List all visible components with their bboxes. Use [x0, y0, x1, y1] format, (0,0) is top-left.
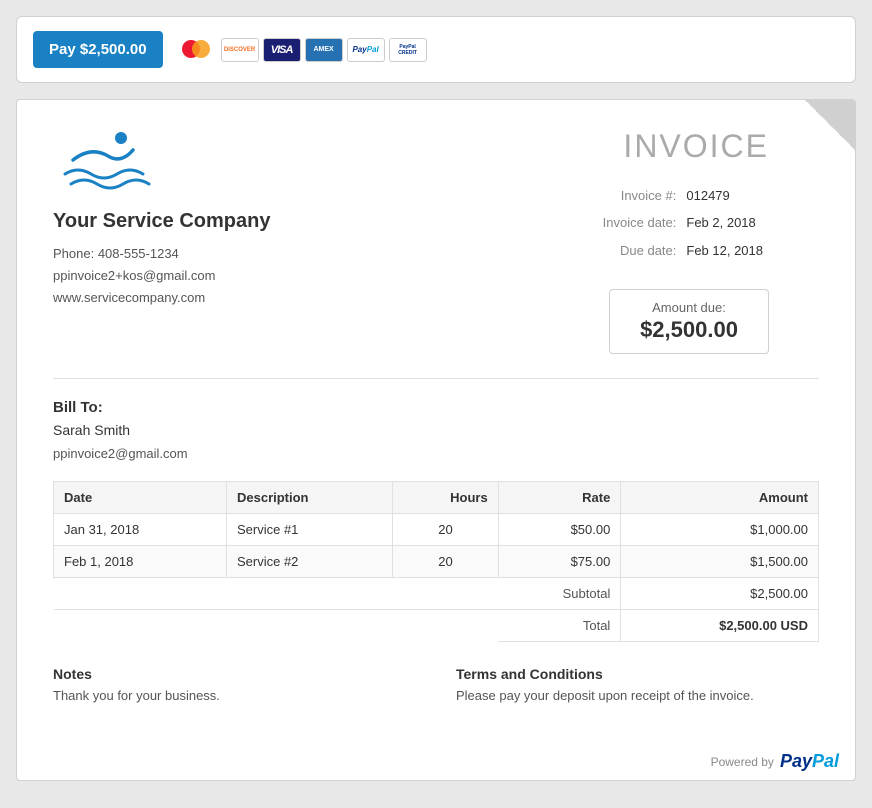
company-website: www.servicecompany.com — [53, 287, 411, 309]
row-1-rate: $75.00 — [498, 546, 621, 578]
invoice-header: Your Service Company Phone: 408-555-1234… — [53, 128, 819, 354]
notes-text: Thank you for your business. — [53, 688, 416, 703]
subtotal-value: $2,500.00 — [621, 578, 819, 610]
col-header-description: Description — [226, 482, 392, 514]
invoice-title: INVOICE — [411, 128, 769, 165]
table-row: Feb 1, 2018 Service #2 20 $75.00 $1,500.… — [54, 546, 819, 578]
top-bar: Pay $2,500.00 DISCOVER VISA AMEX PayPal … — [16, 16, 856, 83]
total-value: $2,500.00 USD — [621, 610, 819, 642]
company-name: Your Service Company — [53, 210, 411, 233]
discover-icon: DISCOVER — [221, 38, 259, 62]
col-header-date: Date — [54, 482, 227, 514]
total-label: Total — [498, 610, 621, 642]
invoice-meta-area: INVOICE Invoice #: 012479 Invoice date: … — [411, 128, 819, 354]
items-table: Date Description Hours Rate Amount Jan 3… — [53, 481, 819, 642]
amount-due-label: Amount due: — [626, 300, 752, 315]
paypal-pay-text: Pay — [780, 751, 812, 771]
company-logo — [53, 128, 411, 198]
company-info: Your Service Company Phone: 408-555-1234… — [53, 128, 411, 309]
notes-terms-section: Notes Thank you for your business. Terms… — [53, 666, 819, 703]
mastercard-icon — [179, 38, 217, 62]
pay-button[interactable]: Pay $2,500.00 — [33, 31, 163, 68]
amount-due-value: $2,500.00 — [626, 317, 752, 343]
row-0-description: Service #1 — [226, 514, 392, 546]
amex-icon: AMEX — [305, 38, 343, 62]
invoice-number-value: 012479 — [682, 183, 767, 208]
paypal-logo: PayPal — [780, 751, 839, 772]
row-0-hours: 20 — [393, 514, 498, 546]
row-1-hours: 20 — [393, 546, 498, 578]
company-email: ppinvoice2+kos@gmail.com — [53, 265, 411, 287]
subtotal-row: Subtotal $2,500.00 — [54, 578, 819, 610]
table-row: Jan 31, 2018 Service #1 20 $50.00 $1,000… — [54, 514, 819, 546]
col-header-hours: Hours — [393, 482, 498, 514]
bill-to-section: Bill To: Sarah Smith ppinvoice2@gmail.co… — [53, 399, 819, 461]
bill-to-email: ppinvoice2@gmail.com — [53, 446, 819, 461]
invoice-card: Your Service Company Phone: 408-555-1234… — [16, 99, 856, 781]
terms-title: Terms and Conditions — [456, 666, 819, 682]
row-0-rate: $50.00 — [498, 514, 621, 546]
bill-to-title: Bill To: — [53, 399, 819, 416]
invoice-footer: Powered by PayPal — [17, 739, 855, 780]
invoice-date-label: Invoice date: — [599, 210, 681, 235]
invoice-number-label: Invoice #: — [599, 183, 681, 208]
subtotal-label: Subtotal — [498, 578, 621, 610]
col-header-amount: Amount — [621, 482, 819, 514]
table-header-row: Date Description Hours Rate Amount — [54, 482, 819, 514]
amount-due-box: Amount due: $2,500.00 — [609, 289, 769, 354]
visa-icon: VISA — [263, 38, 301, 62]
col-header-rate: Rate — [498, 482, 621, 514]
paypal-logo-text: PayPal — [780, 751, 839, 772]
paypal-pal-text: Pal — [812, 751, 839, 771]
row-0-amount: $1,000.00 — [621, 514, 819, 546]
row-1-amount: $1,500.00 — [621, 546, 819, 578]
notes-title: Notes — [53, 666, 416, 682]
notes-col: Notes Thank you for your business. — [53, 666, 416, 703]
powered-by-text: Powered by — [711, 755, 774, 769]
company-contact: Phone: 408-555-1234 ppinvoice2+kos@gmail… — [53, 243, 411, 309]
bill-to-name: Sarah Smith — [53, 422, 819, 438]
invoice-due-label: Due date: — [599, 238, 681, 263]
terms-col: Terms and Conditions Please pay your dep… — [456, 666, 819, 703]
terms-text: Please pay your deposit upon receipt of … — [456, 688, 819, 703]
total-row: Total $2,500.00 USD — [54, 610, 819, 642]
invoice-date-value: Feb 2, 2018 — [682, 210, 767, 235]
invoice-due-value: Feb 12, 2018 — [682, 238, 767, 263]
invoice-meta: Invoice #: 012479 Invoice date: Feb 2, 2… — [411, 181, 769, 265]
company-phone: Phone: 408-555-1234 — [53, 243, 411, 265]
payment-icons: DISCOVER VISA AMEX PayPal PayPalCREDIT — [179, 38, 427, 62]
row-1-description: Service #2 — [226, 546, 392, 578]
header-divider — [53, 378, 819, 379]
paypal-icon: PayPal — [347, 38, 385, 62]
row-0-date: Jan 31, 2018 — [54, 514, 227, 546]
row-1-date: Feb 1, 2018 — [54, 546, 227, 578]
paypal-credit-icon: PayPalCREDIT — [389, 38, 427, 62]
